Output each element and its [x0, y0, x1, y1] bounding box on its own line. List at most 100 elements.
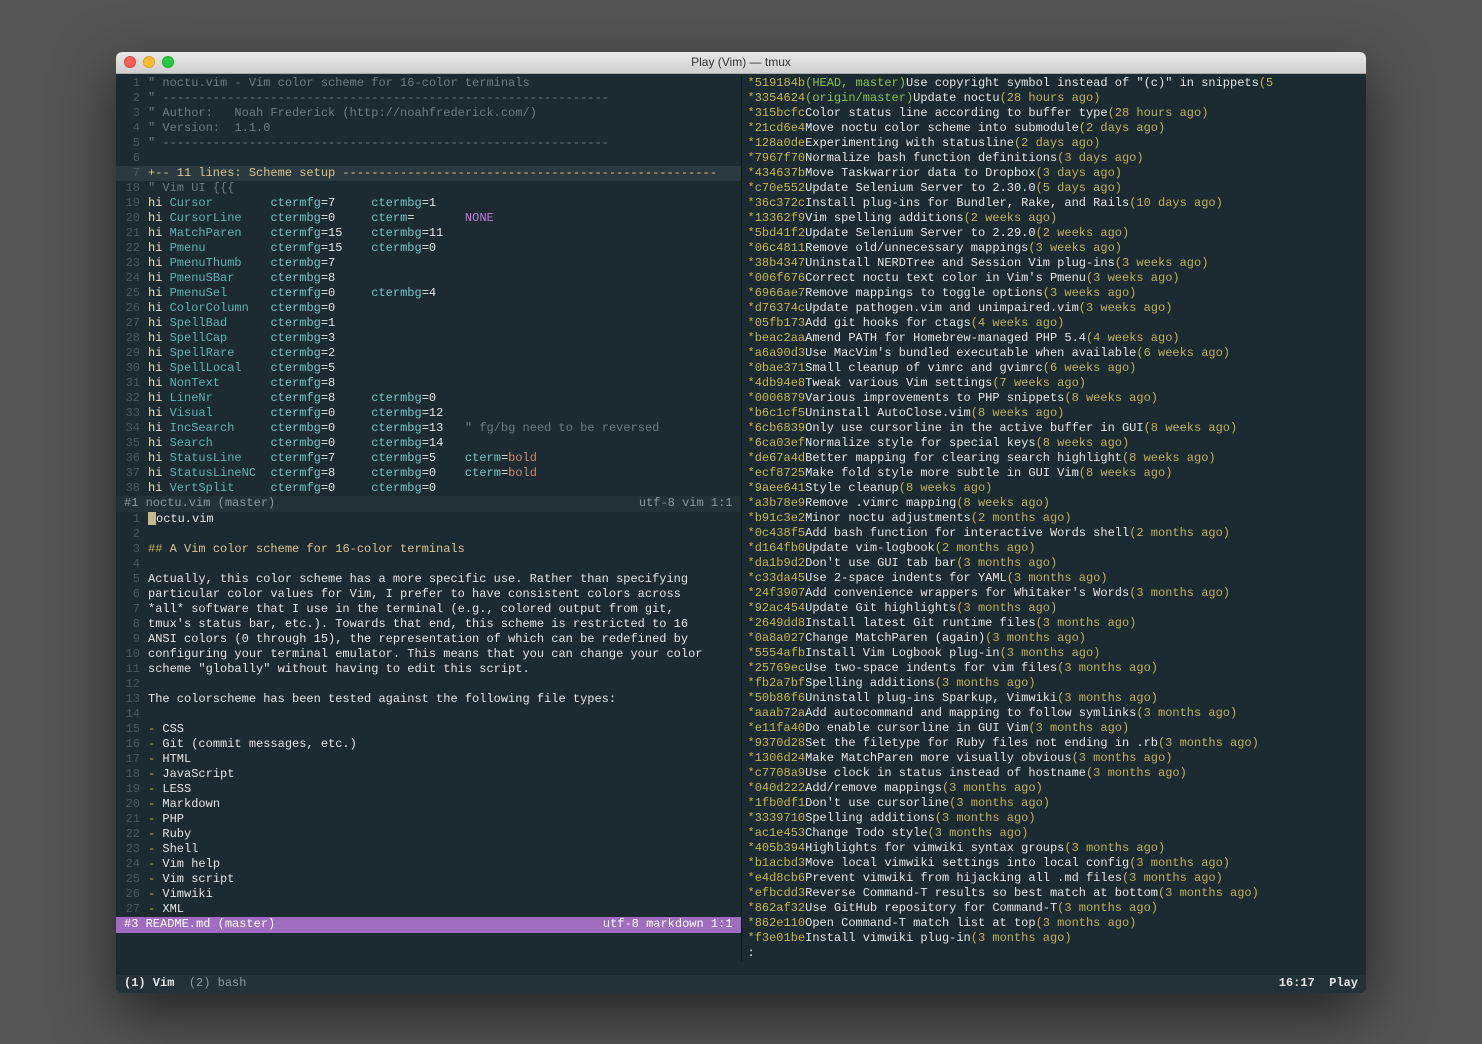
code-line[interactable]: 1octu.vim	[116, 512, 741, 527]
tmux-statusbar[interactable]: (1) Vim (2) bash 16:17 Play	[116, 975, 1366, 993]
tmux-window-active[interactable]: (1) Vim	[124, 976, 174, 991]
code-line[interactable]: 14	[116, 707, 741, 722]
gitlog-entry[interactable]: * 0a8a027 Change MatchParen (again) (3 m…	[742, 631, 1367, 646]
code-line[interactable]: 36hi StatusLine ctermfg=7 ctermbg=5 cter…	[116, 451, 741, 466]
gitlog-entry[interactable]: * 92ac454 Update Git highlights (3 month…	[742, 601, 1367, 616]
code-line[interactable]: 22- Ruby	[116, 827, 741, 842]
code-line[interactable]: 3## A Vim color scheme for 16-color term…	[116, 542, 741, 557]
code-line[interactable]: 16- Git (commit messages, etc.)	[116, 737, 741, 752]
gitlog-entry[interactable]: * 25769ec Use two-space indents for vim …	[742, 661, 1367, 676]
gitlog-entry[interactable]: * b6c1cf5 Uninstall AutoClose.vim (8 wee…	[742, 406, 1367, 421]
gitlog-entry[interactable]: * 21cd6e4 Move noctu color scheme into s…	[742, 121, 1367, 136]
code-line[interactable]: 24- Vim help	[116, 857, 741, 872]
gitlog-entry[interactable]: * 3339710 Spelling additions (3 months a…	[742, 811, 1367, 826]
code-line[interactable]: 9ANSI colors (0 through 15), the represe…	[116, 632, 741, 647]
code-line[interactable]: 11scheme "globally" without having to ed…	[116, 662, 741, 677]
gitlog-entry[interactable]: * de67a4d Better mapping for clearing se…	[742, 451, 1367, 466]
gitlog-entry[interactable]: * 862af32 Use GitHub repository for Comm…	[742, 901, 1367, 916]
gitlog-entry[interactable]: * 06c4811 Remove old/unnecessary mapping…	[742, 241, 1367, 256]
code-line[interactable]: 37hi StatusLineNC ctermfg=8 ctermbg=0 ct…	[116, 466, 741, 481]
code-line[interactable]: 6particular color values for Vim, I pref…	[116, 587, 741, 602]
gitlog-entry[interactable]: * 9370d28 Set the filetype for Ruby file…	[742, 736, 1367, 751]
code-line[interactable]: 2	[116, 527, 741, 542]
code-line[interactable]: 19hi Cursor ctermfg=7 ctermbg=1	[116, 196, 741, 211]
gitlog-entry[interactable]: * 6966ae7 Remove mappings to toggle opti…	[742, 286, 1367, 301]
gitlog-entry[interactable]: * a6a90d3 Use MacVim's bundled executabl…	[742, 346, 1367, 361]
code-line[interactable]: 13The colorscheme has been tested agains…	[116, 692, 741, 707]
code-line[interactable]: 27hi SpellBad ctermbg=1	[116, 316, 741, 331]
gitlog-entry[interactable]: * 5bd41f2 Update Selenium Server to 2.29…	[742, 226, 1367, 241]
gitlog-entry[interactable]: * aaab72a Add autocommand and mapping to…	[742, 706, 1367, 721]
gitlog-entry[interactable]: * 7967f70 Normalize bash function defini…	[742, 151, 1367, 166]
code-line[interactable]: 4" Version: 1.1.0	[116, 121, 741, 136]
code-line[interactable]: 19- LESS	[116, 782, 741, 797]
code-line[interactable]: 7*all* software that I use in the termin…	[116, 602, 741, 617]
code-line[interactable]: 34hi IncSearch ctermbg=0 ctermbg=13 " fg…	[116, 421, 741, 436]
code-line[interactable]: 17- HTML	[116, 752, 741, 767]
gitlog-entry[interactable]: * beac2aa Amend PATH for Homebrew-manage…	[742, 331, 1367, 346]
code-line[interactable]: 6	[116, 151, 741, 166]
code-line[interactable]: 26- Vimwiki	[116, 887, 741, 902]
gitlog-entry[interactable]: * d164fb0 Update vim-logbook (2 months a…	[742, 541, 1367, 556]
gitlog-entry[interactable]: * 4db94e8 Tweak various Vim settings (7 …	[742, 376, 1367, 391]
code-line[interactable]: 4	[116, 557, 741, 572]
gitlog-entry[interactable]: * efbcdd3 Reverse Command-T results so b…	[742, 886, 1367, 901]
gitlog-entry[interactable]: * 006f676 Correct noctu text color in Vi…	[742, 271, 1367, 286]
code-line[interactable]: 23hi PmenuThumb ctermbg=7	[116, 256, 741, 271]
gitlog-entry[interactable]: * 519184b (HEAD, master) Use copyright s…	[742, 76, 1367, 91]
code-line[interactable]: 22hi Pmenu ctermfg=15 ctermbg=0	[116, 241, 741, 256]
gitlog-entry[interactable]: * 9aee641 Style cleanup (8 weeks ago)	[742, 481, 1367, 496]
gitlog-entry[interactable]: * 040d222 Add/remove mappings (3 months …	[742, 781, 1367, 796]
code-line[interactable]: 2" -------------------------------------…	[116, 91, 741, 106]
gitlog-entry[interactable]: * 38b4347 Uninstall NERDTree and Session…	[742, 256, 1367, 271]
gitlog-entry[interactable]: * 0c438f5 Add bash function for interact…	[742, 526, 1367, 541]
gitlog-entry[interactable]: * ecf8725 Make fold style more subtle in…	[742, 466, 1367, 481]
code-line[interactable]: 28hi SpellCap ctermbg=3	[116, 331, 741, 346]
code-line[interactable]: 10configuring your terminal emulator. Th…	[116, 647, 741, 662]
code-line[interactable]: 25hi PmenuSel ctermfg=0 ctermbg=4	[116, 286, 741, 301]
gitlog-entry[interactable]: * c70e552 Update Selenium Server to 2.30…	[742, 181, 1367, 196]
code-line[interactable]: 31hi NonText ctermfg=8	[116, 376, 741, 391]
code-line[interactable]: 20- Markdown	[116, 797, 741, 812]
gitlog-entry[interactable]: * a3b78e9 Remove .vimrc mapping (8 weeks…	[742, 496, 1367, 511]
code-line[interactable]: 32hi LineNr ctermfg=8 ctermbg=0	[116, 391, 741, 406]
gitlog-entry[interactable]: * 434637b Move Taskwarrior data to Dropb…	[742, 166, 1367, 181]
gitlog-entry[interactable]: * b1acbd3 Move local vimwiki settings in…	[742, 856, 1367, 871]
gitlog-entry[interactable]: * c7708a9 Use clock in status instead of…	[742, 766, 1367, 781]
code-line[interactable]: 1" noctu.vim - Vim color scheme for 16-c…	[116, 76, 741, 91]
gitlog-entry[interactable]: * 50b86f6 Uninstall plug-ins Sparkup, Vi…	[742, 691, 1367, 706]
code-line[interactable]: 38hi VertSplit ctermfg=0 ctermbg=0	[116, 481, 741, 496]
gitlog-entry[interactable]: * ac1e453 Change Todo style (3 months ag…	[742, 826, 1367, 841]
gitlog-entry[interactable]: * 6cb6839 Only use cursorline in the act…	[742, 421, 1367, 436]
code-line[interactable]: 33hi Visual ctermfg=0 ctermbg=12	[116, 406, 741, 421]
pager-prompt[interactable]: :	[742, 946, 1367, 961]
code-line[interactable]: 18" Vim UI {{{	[116, 181, 741, 196]
gitlog-entry[interactable]: * 6ca03ef Normalize style for special ke…	[742, 436, 1367, 451]
code-line[interactable]: 26hi ColorColumn ctermbg=0	[116, 301, 741, 316]
gitlog-entry[interactable]: * 1fb0df1 Don't use cursorline (3 months…	[742, 796, 1367, 811]
gitlog-entry[interactable]: * da1b9d2 Don't use GUI tab bar (3 month…	[742, 556, 1367, 571]
gitlog-entry[interactable]: * 24f3907 Add convenience wrappers for W…	[742, 586, 1367, 601]
code-line[interactable]: 24hi PmenuSBar ctermbg=8	[116, 271, 741, 286]
gitlog-entry[interactable]: * 0bae371 Small cleanup of vimrc and gvi…	[742, 361, 1367, 376]
gitlog-entry[interactable]: * 405b394 Highlights for vimwiki syntax …	[742, 841, 1367, 856]
code-line[interactable]: 3" Author: Noah Frederick (http://noahfr…	[116, 106, 741, 121]
code-line[interactable]: 12	[116, 677, 741, 692]
gitlog-pane[interactable]: * 519184b (HEAD, master) Use copyright s…	[742, 76, 1367, 961]
code-line[interactable]: 5" -------------------------------------…	[116, 136, 741, 151]
code-line[interactable]: 15- CSS	[116, 722, 741, 737]
code-line[interactable]: 20hi CursorLine ctermbg=0 cterm= NONE	[116, 211, 741, 226]
gitlog-entry[interactable]: * e4d8cb6 Prevent vimwiki from hijacking…	[742, 871, 1367, 886]
code-line[interactable]: 30hi SpellLocal ctermbg=5	[116, 361, 741, 376]
gitlog-entry[interactable]: * 05fb173 Add git hooks for ctags (4 wee…	[742, 316, 1367, 331]
gitlog-entry[interactable]: * 5554afb Install Vim Logbook plug-in (3…	[742, 646, 1367, 661]
code-line[interactable]: 27- XML	[116, 902, 741, 917]
gitlog-entry[interactable]: * c33da45 Use 2-space indents for YAML (…	[742, 571, 1367, 586]
gitlog-entry[interactable]: * f3e01be Install vimwiki plug-in (3 mon…	[742, 931, 1367, 946]
gitlog-entry[interactable]: * 1306d24 Make MatchParen more visually …	[742, 751, 1367, 766]
gitlog-entry[interactable]: * 13362f9 Vim spelling additions (2 week…	[742, 211, 1367, 226]
code-line[interactable]: 5Actually, this color scheme has a more …	[116, 572, 741, 587]
gitlog-entry[interactable]: * 36c372c Install plug-ins for Bundler, …	[742, 196, 1367, 211]
code-line[interactable]: 21hi MatchParen ctermfg=15 ctermbg=11	[116, 226, 741, 241]
gitlog-entry[interactable]: * 862e110 Open Command-T match list at t…	[742, 916, 1367, 931]
